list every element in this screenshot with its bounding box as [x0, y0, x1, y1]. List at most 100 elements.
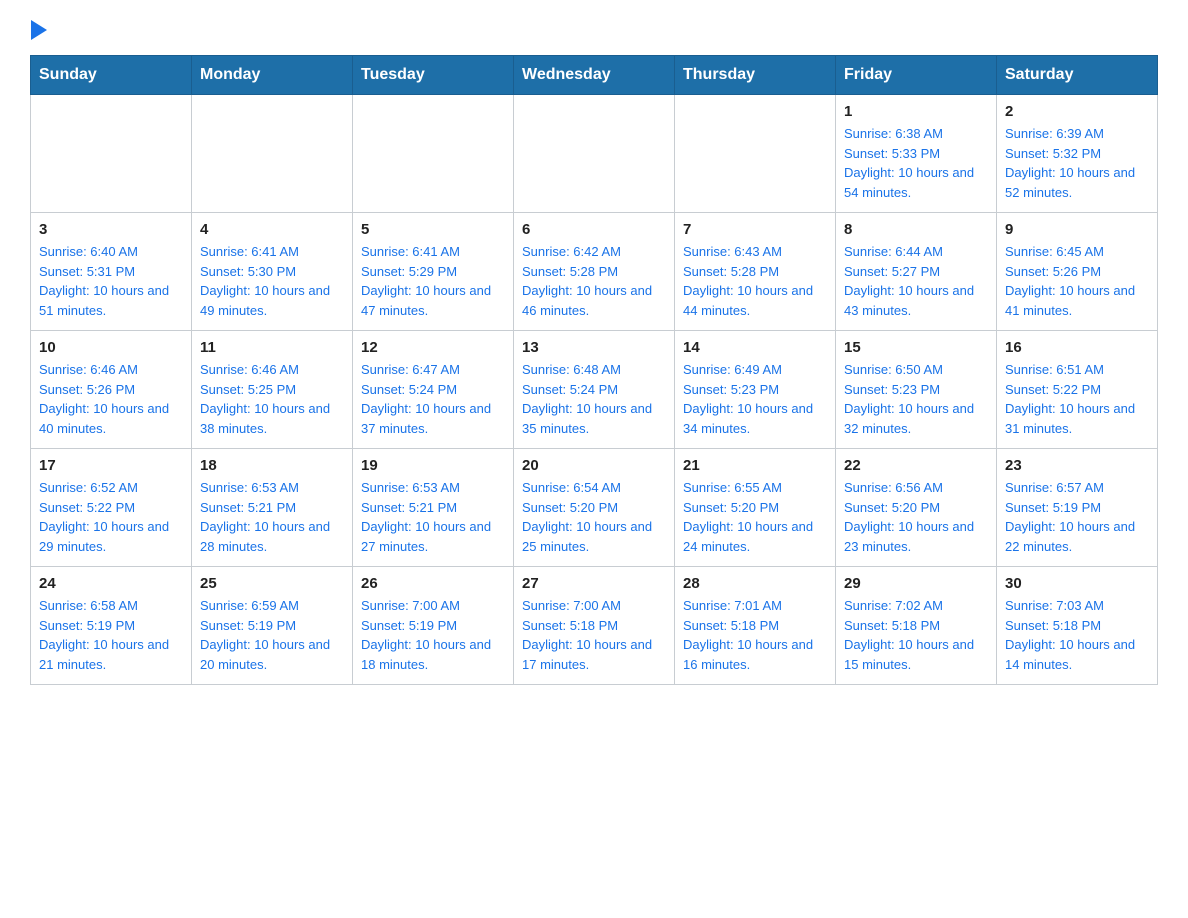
sun-info: Sunrise: 6:54 AMSunset: 5:20 PMDaylight:… — [522, 478, 666, 556]
day-number: 22 — [844, 457, 988, 474]
day-number: 1 — [844, 103, 988, 120]
day-number: 23 — [1005, 457, 1149, 474]
day-number: 7 — [683, 221, 827, 238]
calendar-cell — [353, 95, 514, 213]
sun-info: Sunrise: 6:55 AMSunset: 5:20 PMDaylight:… — [683, 478, 827, 556]
sun-info: Sunrise: 6:43 AMSunset: 5:28 PMDaylight:… — [683, 242, 827, 320]
calendar-week-2: 3Sunrise: 6:40 AMSunset: 5:31 PMDaylight… — [31, 213, 1158, 331]
sun-info: Sunrise: 6:58 AMSunset: 5:19 PMDaylight:… — [39, 596, 183, 674]
calendar-cell — [675, 95, 836, 213]
day-number: 6 — [522, 221, 666, 238]
day-number: 21 — [683, 457, 827, 474]
day-number: 16 — [1005, 339, 1149, 356]
calendar-cell: 1 Sunrise: 6:38 AMSunset: 5:33 PMDaylight… — [836, 95, 997, 213]
header-sunday: Sunday — [31, 56, 192, 95]
sun-info: Sunrise: 6:41 AMSunset: 5:30 PMDaylight:… — [200, 242, 344, 320]
sun-info: Sunrise: 6:42 AMSunset: 5:28 PMDaylight:… — [522, 242, 666, 320]
day-number: 25 — [200, 575, 344, 592]
day-number: 30 — [1005, 575, 1149, 592]
calendar-week-5: 24 Sunrise: 6:58 AMSunset: 5:19 PMDayligh… — [31, 567, 1158, 685]
sun-info: Sunrise: 7:00 AMSunset: 5:18 PMDaylight:… — [522, 596, 666, 674]
calendar-cell: 6 Sunrise: 6:42 AMSunset: 5:28 PMDaylight… — [514, 213, 675, 331]
day-number: 13 — [522, 339, 666, 356]
sun-info: Sunrise: 7:00 AMSunset: 5:19 PMDaylight:… — [361, 596, 505, 674]
calendar-cell: 19 Sunrise: 6:53 AMSunset: 5:21 PMDayligh… — [353, 449, 514, 567]
calendar-cell: 24 Sunrise: 6:58 AMSunset: 5:19 PMDayligh… — [31, 567, 192, 685]
sun-info: Sunrise: 6:53 AMSunset: 5:21 PMDaylight:… — [361, 478, 505, 556]
day-number: 18 — [200, 457, 344, 474]
calendar-cell: 18 Sunrise: 6:53 AMSunset: 5:21 PMDayligh… — [192, 449, 353, 567]
day-number: 4 — [200, 221, 344, 238]
calendar-cell: 21 Sunrise: 6:55 AMSunset: 5:20 PMDayligh… — [675, 449, 836, 567]
calendar-cell — [192, 95, 353, 213]
calendar-cell — [31, 95, 192, 213]
header-friday: Friday — [836, 56, 997, 95]
day-number: 29 — [844, 575, 988, 592]
day-number: 17 — [39, 457, 183, 474]
calendar-cell: 11 Sunrise: 6:46 AMSunset: 5:25 PMDayligh… — [192, 331, 353, 449]
calendar-week-1: 1 Sunrise: 6:38 AMSunset: 5:33 PMDaylight… — [31, 95, 1158, 213]
calendar-cell: 30 Sunrise: 7:03 AMSunset: 5:18 PMDayligh… — [997, 567, 1158, 685]
sun-info: Sunrise: 6:44 AMSunset: 5:27 PMDaylight:… — [844, 242, 988, 320]
day-number: 27 — [522, 575, 666, 592]
day-number: 5 — [361, 221, 505, 238]
day-number: 2 — [1005, 103, 1149, 120]
day-number: 9 — [1005, 221, 1149, 238]
calendar-header-row: SundayMondayTuesdayWednesdayThursdayFrid… — [31, 56, 1158, 95]
header-wednesday: Wednesday — [514, 56, 675, 95]
day-number: 12 — [361, 339, 505, 356]
sun-info: Sunrise: 7:03 AMSunset: 5:18 PMDaylight:… — [1005, 596, 1149, 674]
calendar-cell: 3Sunrise: 6:40 AMSunset: 5:31 PMDaylight… — [31, 213, 192, 331]
sun-info: Sunrise: 6:46 AMSunset: 5:26 PMDaylight:… — [39, 360, 183, 438]
page-header — [30, 20, 1158, 37]
day-number: 19 — [361, 457, 505, 474]
sun-info: Sunrise: 6:47 AMSunset: 5:24 PMDaylight:… — [361, 360, 505, 438]
day-number: 11 — [200, 339, 344, 356]
calendar-cell: 2 Sunrise: 6:39 AMSunset: 5:32 PMDaylight… — [997, 95, 1158, 213]
calendar-cell: 5 Sunrise: 6:41 AMSunset: 5:29 PMDaylight… — [353, 213, 514, 331]
calendar-cell: 29Sunrise: 7:02 AMSunset: 5:18 PMDayligh… — [836, 567, 997, 685]
sun-info: Sunrise: 6:52 AMSunset: 5:22 PMDaylight:… — [39, 478, 183, 556]
header-thursday: Thursday — [675, 56, 836, 95]
day-number: 24 — [39, 575, 183, 592]
calendar-week-3: 10 Sunrise: 6:46 AMSunset: 5:26 PMDayligh… — [31, 331, 1158, 449]
calendar-cell: 4 Sunrise: 6:41 AMSunset: 5:30 PMDaylight… — [192, 213, 353, 331]
sun-info: Sunrise: 6:50 AMSunset: 5:23 PMDaylight:… — [844, 360, 988, 438]
sun-info: Sunrise: 6:48 AMSunset: 5:24 PMDaylight:… — [522, 360, 666, 438]
sun-info: Sunrise: 6:57 AMSunset: 5:19 PMDaylight:… — [1005, 478, 1149, 556]
sun-info: Sunrise: 6:59 AMSunset: 5:19 PMDaylight:… — [200, 596, 344, 674]
day-number: 20 — [522, 457, 666, 474]
day-number: 15 — [844, 339, 988, 356]
sun-info: Sunrise: 6:46 AMSunset: 5:25 PMDaylight:… — [200, 360, 344, 438]
calendar-cell: 9 Sunrise: 6:45 AMSunset: 5:26 PMDaylight… — [997, 213, 1158, 331]
calendar-cell: 12 Sunrise: 6:47 AMSunset: 5:24 PMDayligh… — [353, 331, 514, 449]
calendar-cell: 16Sunrise: 6:51 AMSunset: 5:22 PMDayligh… — [997, 331, 1158, 449]
day-number: 8 — [844, 221, 988, 238]
calendar-table: SundayMondayTuesdayWednesdayThursdayFrid… — [30, 55, 1158, 685]
sun-info: Sunrise: 6:41 AMSunset: 5:29 PMDaylight:… — [361, 242, 505, 320]
sun-info: Sunrise: 6:53 AMSunset: 5:21 PMDaylight:… — [200, 478, 344, 556]
header-tuesday: Tuesday — [353, 56, 514, 95]
day-number: 10 — [39, 339, 183, 356]
calendar-cell: 17 Sunrise: 6:52 AMSunset: 5:22 PMDayligh… — [31, 449, 192, 567]
sun-info: Sunrise: 6:39 AMSunset: 5:32 PMDaylight:… — [1005, 124, 1149, 202]
calendar-cell: 23 Sunrise: 6:57 AMSunset: 5:19 PMDayligh… — [997, 449, 1158, 567]
logo-chevron-icon — [31, 20, 47, 41]
calendar-cell: 25 Sunrise: 6:59 AMSunset: 5:19 PMDayligh… — [192, 567, 353, 685]
calendar-cell: 7 Sunrise: 6:43 AMSunset: 5:28 PMDaylight… — [675, 213, 836, 331]
day-number: 14 — [683, 339, 827, 356]
calendar-cell — [514, 95, 675, 213]
calendar-cell: 13 Sunrise: 6:48 AMSunset: 5:24 PMDayligh… — [514, 331, 675, 449]
sun-info: Sunrise: 6:49 AMSunset: 5:23 PMDaylight:… — [683, 360, 827, 438]
calendar-cell: 26Sunrise: 7:00 AMSunset: 5:19 PMDayligh… — [353, 567, 514, 685]
day-number: 28 — [683, 575, 827, 592]
header-saturday: Saturday — [997, 56, 1158, 95]
sun-info: Sunrise: 6:38 AMSunset: 5:33 PMDaylight:… — [844, 124, 988, 202]
calendar-cell: 10 Sunrise: 6:46 AMSunset: 5:26 PMDayligh… — [31, 331, 192, 449]
header-monday: Monday — [192, 56, 353, 95]
calendar-cell: 28 Sunrise: 7:01 AMSunset: 5:18 PMDayligh… — [675, 567, 836, 685]
calendar-cell: 27 Sunrise: 7:00 AMSunset: 5:18 PMDayligh… — [514, 567, 675, 685]
calendar-cell: 15 Sunrise: 6:50 AMSunset: 5:23 PMDayligh… — [836, 331, 997, 449]
sun-info: Sunrise: 6:45 AMSunset: 5:26 PMDaylight:… — [1005, 242, 1149, 320]
sun-info: Sunrise: 7:01 AMSunset: 5:18 PMDaylight:… — [683, 596, 827, 674]
